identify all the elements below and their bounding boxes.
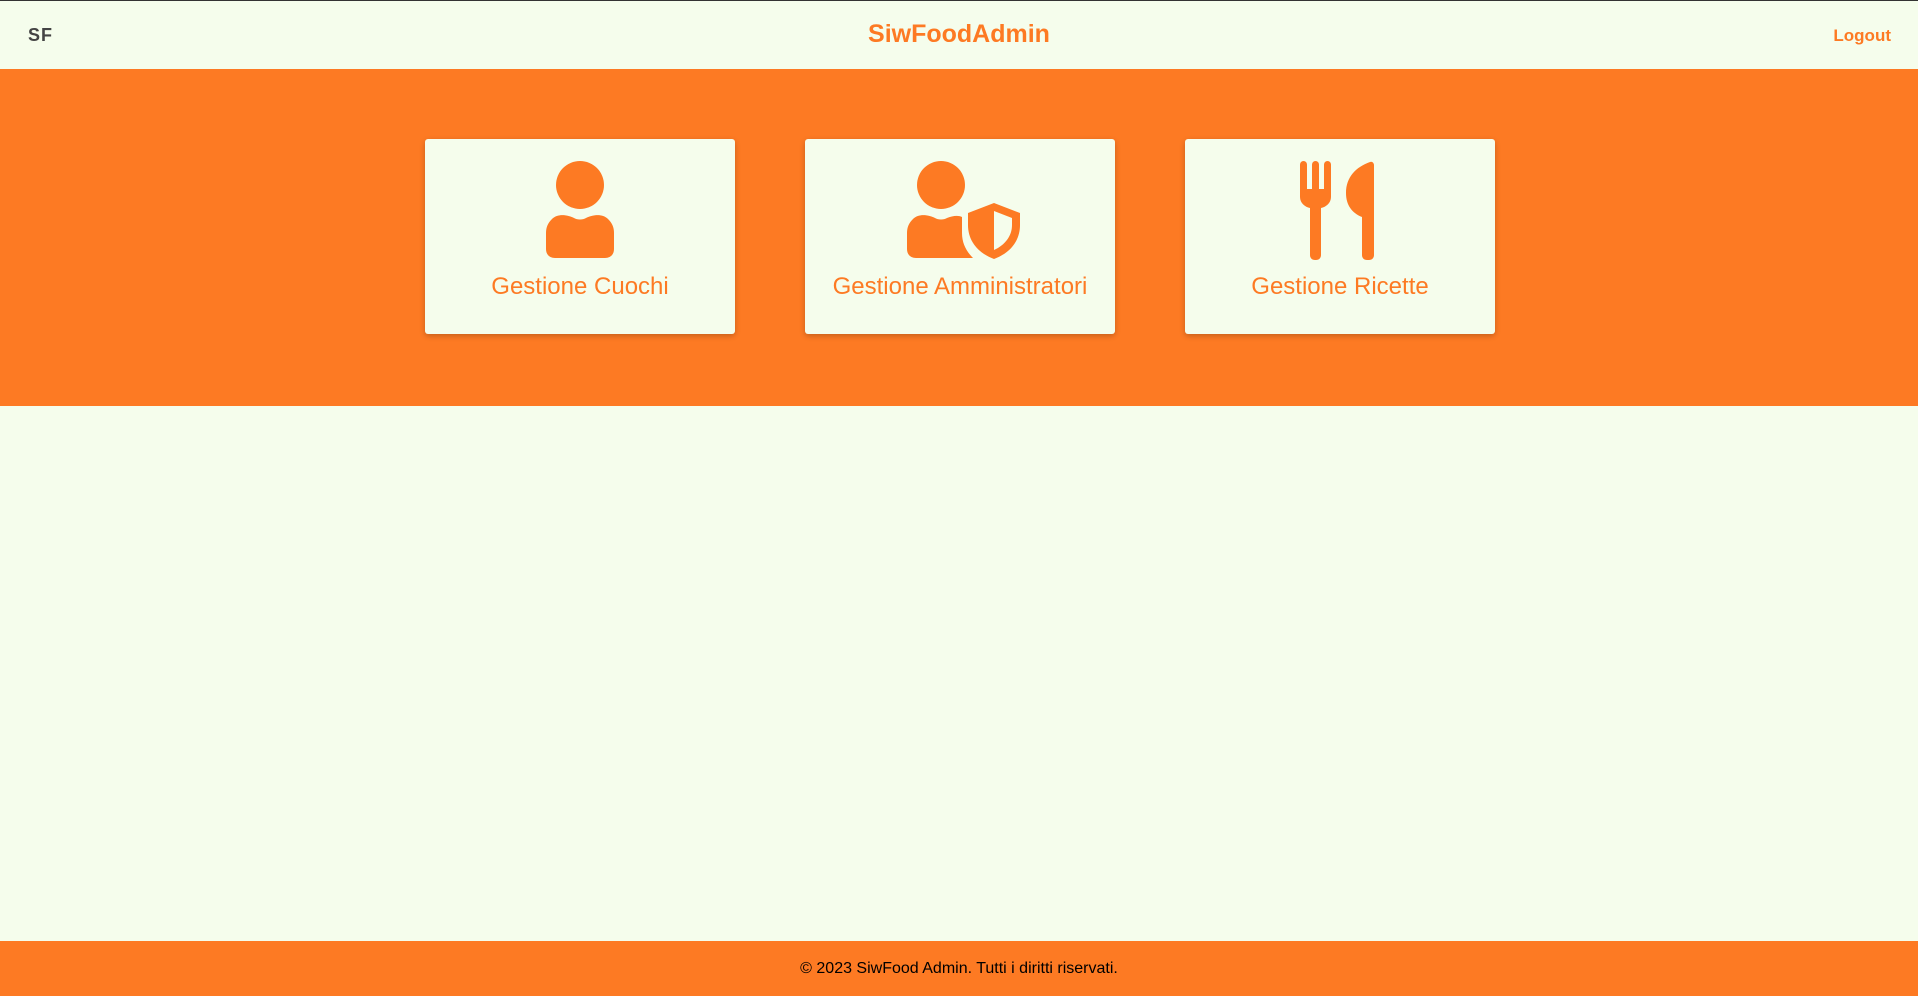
footer-copyright: © 2023 SiwFood Admin. Tutti i diritti ri… <box>800 960 1118 977</box>
logout-link[interactable]: Logout <box>1833 26 1891 46</box>
footer: © 2023 SiwFood Admin. Tutti i diritti ri… <box>0 941 1918 996</box>
user-shield-icon <box>805 161 1115 261</box>
dashboard-band: Gestione Cuochi Gestione Amministratori <box>0 69 1918 406</box>
card-gestione-amministratori[interactable]: Gestione Amministratori <box>805 139 1115 334</box>
user-icon <box>425 161 735 261</box>
card-gestione-ricette[interactable]: Gestione Ricette <box>1185 139 1495 334</box>
card-label: Gestione Cuochi <box>491 273 669 300</box>
header: SF SiwFoodAdmin Logout <box>0 1 1918 69</box>
utensils-icon <box>1185 161 1495 261</box>
card-gestione-cuochi[interactable]: Gestione Cuochi <box>425 139 735 334</box>
page: SF SiwFoodAdmin Logout Gestione Cuochi G… <box>0 0 1918 996</box>
site-title: SiwFoodAdmin <box>868 20 1050 48</box>
card-label: Gestione Amministratori <box>832 273 1088 300</box>
card-label: Gestione Ricette <box>1251 273 1429 300</box>
